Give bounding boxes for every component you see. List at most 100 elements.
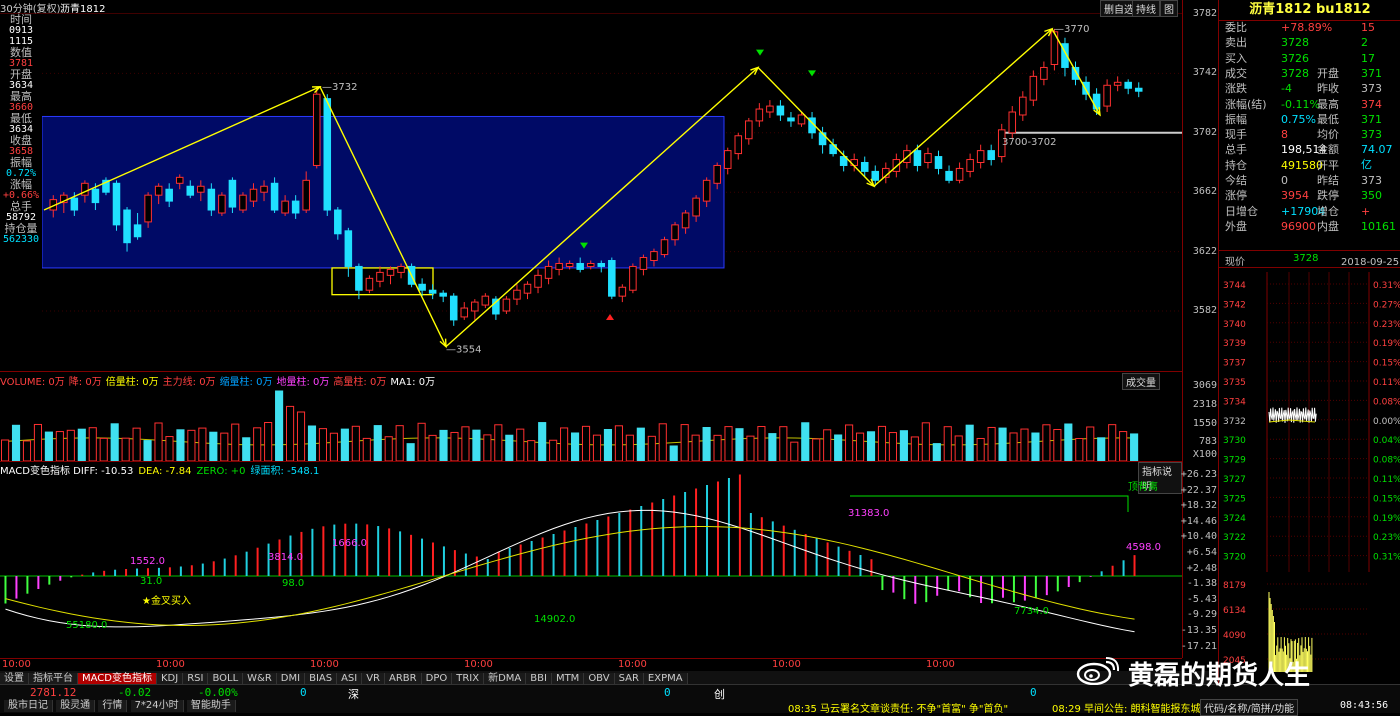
indicator-tab[interactable]: 指标平台 [29,673,78,684]
quote-cell: 371 [1361,112,1382,126]
intraday-chart[interactable]: 3744 0.31% 3742 0.27% 3740 0.23% 3739 0.19% 3737… [1219,272,1400,684]
volume-bar [1064,423,1073,461]
index-value: 2781.12 [30,686,77,699]
indicator-tab[interactable]: BOLL [208,673,244,684]
info-label: 涨幅 [10,178,32,191]
quote-cell: 日增仓 [1225,204,1258,218]
candle-body [797,114,806,125]
macd-chart[interactable]: 1552.0 31.0 3814.0 98.0 1666.0 55180.0 14902.0… [0,474,1182,658]
candle-body [270,182,279,211]
quote-date: 2018-09-25,二 [1341,257,1400,268]
mini-price-tick: 3724 [1223,514,1246,524]
indicator-tab[interactable]: OBV [584,673,615,684]
indicator-tab[interactable]: KDJ [156,673,184,684]
volume-bar [406,443,415,461]
quote-cell: 增仓 [1317,204,1339,218]
macd-annotation: 31.0 [140,576,162,587]
quote-cell: -0.11% [1281,97,1320,111]
quote-cell: 最高 [1317,97,1339,111]
quote-cell: 3726 [1281,51,1309,65]
candle-body [766,105,774,113]
volume-bar [264,422,273,461]
link-stock-diary[interactable]: 股市日记 [4,700,53,712]
chinext-tag[interactable]: 创 [714,686,725,702]
quote-cell: 振幅 [1225,112,1247,126]
quote-cell: 金额 [1317,143,1339,157]
volume-bar [132,427,141,461]
quote-cell: 374 [1361,97,1382,111]
info-label: 总手 [10,200,32,213]
quote-cell: 涨幅(结) [1225,97,1267,111]
news-ticker-2[interactable]: 08:29 早间公告: 朗科智能报东城 [1052,700,1201,715]
indicator-tab[interactable]: 新DMA [484,673,527,684]
indicator-tab[interactable]: ASI [337,673,363,684]
macd-tick: +2.48 [1186,562,1217,574]
indicator-tab[interactable]: W&R [243,673,277,684]
volume-bar [965,424,974,461]
candle-body [239,194,247,211]
indicator-tab[interactable]: DPO [421,673,453,684]
indicator-tab[interactable]: VR [362,673,386,684]
news-ticker-1[interactable]: 08:35 马云署名文章谈责任: 不争"首富" 争"首负" [788,700,1008,715]
candle-body [154,185,163,196]
indicator-tab[interactable]: BIAS [305,673,338,684]
volume-bar [823,429,832,461]
indicator-tab[interactable]: DMI [276,673,306,684]
price-tick: 3582 [1192,305,1217,316]
mini-price-tick: 3742 [1223,300,1246,310]
quote-cell: +78.89% [1281,21,1333,34]
indicator-tab[interactable]: EXPMA [643,673,688,684]
quote-cell: 3728 [1281,66,1309,80]
link-gulingtong[interactable]: 股灵通 [56,700,96,712]
indicator-tab[interactable]: SAR [614,673,644,684]
candle-body [344,230,353,267]
volume-bar [910,436,919,461]
volume-ma-line [5,437,1135,446]
quote-row: 总手 198,514 金额 74.07亿 [1221,142,1397,171]
time-label: 10:00 [310,659,339,670]
quote-row: 涨幅(结) -0.11% 最高 374 [1221,97,1397,112]
volume-bar [746,435,755,461]
volume-bar [428,434,437,461]
quote-cell: 3954 [1281,189,1309,203]
candle-body [966,159,974,172]
volume-bar [384,436,393,461]
volume-bar [636,427,645,461]
price-tick: 3662 [1192,186,1217,197]
indicator-tab[interactable]: MTM [551,673,585,684]
indicator-tab[interactable]: ARBR [385,673,422,684]
volume-bar [1020,428,1029,461]
shenzhen-tag[interactable]: 深 [348,686,359,702]
volume-bar [505,434,514,461]
indicator-tab[interactable]: BBI [526,673,552,684]
mini-pct-tick: 0.31% [1373,281,1400,291]
volume-bar [790,441,799,461]
candle-body [439,292,447,297]
mini-pct-tick: 0.19% [1373,514,1400,524]
volume-bar [165,436,174,461]
quote-cell: 外盘 [1225,219,1247,233]
indicator-tab[interactable]: TRIX [452,673,485,684]
support-label: 3700-3702 [1002,137,1057,148]
volume-bar [88,427,97,461]
code-search-input[interactable]: 代码/名称/简拼/功能 [1200,699,1299,716]
link-24h[interactable]: 7*24小时 [130,700,184,712]
indicator-tab[interactable]: RSI [183,673,209,684]
volume-bar [198,427,207,461]
volume-bar [439,429,448,461]
price-chart[interactable]: —3732 —3554 —3770 3700-3702 [42,14,1182,370]
quote-cell: 今结 [1225,174,1247,187]
volume-bar [801,422,810,461]
volume-bar [691,434,700,461]
link-quotes[interactable]: 行情 [98,700,128,712]
candle-body [713,164,721,184]
indicator-tab[interactable]: MACD变色指标 [78,673,157,684]
indicator-tab[interactable]: 设置 [0,673,29,684]
volume-bar [494,424,503,461]
contract-title: 沥青1812 bu1812 [1219,0,1400,21]
link-smart-assistant[interactable]: 智能助手 [186,700,236,712]
quote-cell: 2 [1361,36,1368,50]
macd-annotation: ★金叉买入 [142,594,191,607]
trend-arrow-line [1051,28,1101,116]
volume-chart[interactable] [0,385,1182,461]
